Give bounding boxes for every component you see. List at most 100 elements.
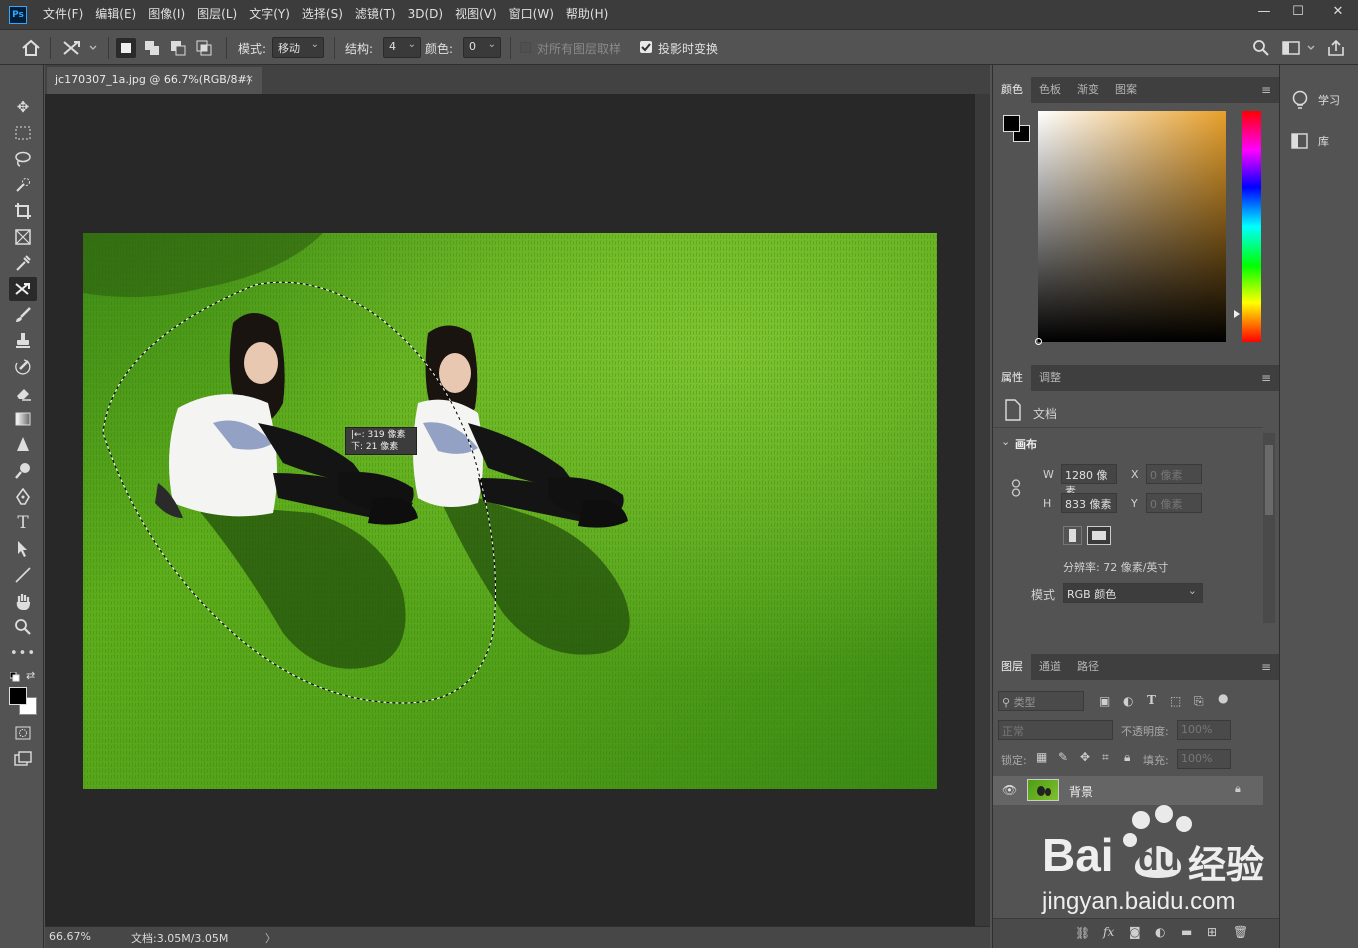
path-selection-tool-icon[interactable] <box>9 537 37 561</box>
transform-on-drop-checkbox[interactable] <box>640 41 652 53</box>
eyedropper-tool-icon[interactable] <box>9 251 37 275</box>
hand-tool-icon[interactable] <box>9 589 37 613</box>
menu-select[interactable]: 选择(S) <box>296 0 349 29</box>
document-image[interactable]: |←: 319 像素 下: 21 像素 <box>83 233 937 789</box>
tab-channels[interactable]: 通道 <box>1031 654 1069 680</box>
swap-colors-icon[interactable]: ⇄ <box>26 669 35 682</box>
menu-filter[interactable]: 滤镜(T) <box>349 0 402 29</box>
content-aware-move-icon[interactable] <box>62 38 100 58</box>
landscape-orientation-icon[interactable] <box>1087 526 1111 545</box>
document-tab[interactable]: jc170307_1a.jpg @ 66.7%(RGB/8#) × <box>47 67 262 94</box>
quick-mask-icon[interactable] <box>9 721 37 745</box>
tab-properties[interactable]: 属性 <box>993 365 1031 391</box>
x-field[interactable]: 0 像素 <box>1146 464 1202 484</box>
close-tab-icon[interactable]: × <box>245 72 254 85</box>
lock-position-icon[interactable]: ✥ <box>1080 750 1090 764</box>
layer-name[interactable]: 背景 <box>1069 783 1093 800</box>
menu-window[interactable]: 窗口(W) <box>503 0 560 29</box>
more-tools-icon[interactable]: ••• <box>9 641 37 665</box>
search-icon[interactable] <box>1252 39 1270 60</box>
type-tool-icon[interactable]: T <box>9 511 37 535</box>
tab-layers[interactable]: 图层 <box>993 654 1031 680</box>
tab-paths[interactable]: 路径 <box>1069 654 1107 680</box>
quick-selection-tool-icon[interactable] <box>9 173 37 197</box>
libraries-panel-button[interactable]: 库 <box>1290 131 1329 151</box>
menu-view[interactable]: 视图(V) <box>449 0 503 29</box>
share-icon[interactable] <box>1326 38 1346 61</box>
hue-slider-handle[interactable] <box>1234 310 1240 318</box>
menu-type[interactable]: 文字(Y) <box>243 0 296 29</box>
restore-button[interactable]: ☐ <box>1284 0 1312 22</box>
home-icon[interactable] <box>20 38 42 58</box>
brush-tool-icon[interactable] <box>9 303 37 327</box>
add-mask-icon[interactable]: ◙ <box>1129 925 1141 939</box>
vertical-scrollbar[interactable] <box>975 94 990 926</box>
minimize-button[interactable]: — <box>1250 0 1278 22</box>
line-tool-icon[interactable] <box>9 563 37 587</box>
panel-menu-icon[interactable]: ≡ <box>1261 371 1271 385</box>
y-field[interactable]: 0 像素 <box>1146 493 1202 513</box>
type-filter-icon[interactable]: T <box>1147 693 1156 707</box>
structure-select[interactable]: 4 ⌄ <box>383 37 421 58</box>
color-field[interactable] <box>1035 111 1226 345</box>
sample-all-layers-checkbox[interactable] <box>520 42 531 53</box>
crop-tool-icon[interactable] <box>9 199 37 223</box>
new-group-icon[interactable]: ▬ <box>1181 925 1192 939</box>
menu-image[interactable]: 图像(I) <box>142 0 191 29</box>
tab-adjustments[interactable]: 调整 <box>1031 365 1069 391</box>
lock-pixels-transparent-icon[interactable]: ▦ <box>1036 750 1047 764</box>
zoom-tool-icon[interactable] <box>9 615 37 639</box>
tab-color[interactable]: 颜色 <box>993 77 1031 103</box>
tab-gradients[interactable]: 渐变 <box>1069 77 1107 103</box>
dodge-tool-icon[interactable] <box>9 459 37 483</box>
link-dimensions-icon[interactable] <box>1011 479 1021 500</box>
lock-image-pixels-icon[interactable]: ✎ <box>1058 750 1068 764</box>
menu-layer[interactable]: 图层(L) <box>191 0 243 29</box>
color-mode-select[interactable]: RGB 颜色 ⌄ <box>1063 583 1203 603</box>
fx-icon[interactable]: fx <box>1103 925 1114 939</box>
frame-tool-icon[interactable] <box>9 225 37 249</box>
layer-filter-select[interactable]: ⚲ 类型 <box>998 691 1084 711</box>
mode-select[interactable]: 移动 ⌄ <box>272 37 324 58</box>
adjustment-filter-icon[interactable]: ◐ <box>1123 694 1133 708</box>
collapse-canvas-icon[interactable]: ⌄ <box>1001 435 1010 448</box>
fill-field[interactable]: 100% <box>1177 749 1231 769</box>
gradient-tool-icon[interactable] <box>9 407 37 431</box>
height-field[interactable]: 833 像素 <box>1061 493 1117 513</box>
opacity-field[interactable]: 100% <box>1177 720 1231 740</box>
filter-toggle-icon[interactable]: ● <box>1218 691 1228 705</box>
color-panel-foreground-swatch[interactable] <box>1003 115 1020 132</box>
eye-icon[interactable]: 👁︎ <box>1002 783 1017 797</box>
tab-swatches[interactable]: 色板 <box>1031 77 1069 103</box>
menu-file[interactable]: 文件(F) <box>37 0 89 29</box>
menu-help[interactable]: 帮助(H) <box>560 0 614 29</box>
subtract-selection-icon[interactable] <box>168 38 188 58</box>
default-colors-icon[interactable] <box>9 671 20 685</box>
clone-stamp-tool-icon[interactable] <box>9 329 37 353</box>
menu-3d[interactable]: 3D(D) <box>402 0 449 29</box>
intersect-selection-icon[interactable] <box>194 38 214 58</box>
panel-menu-icon[interactable]: ≡ <box>1261 660 1271 674</box>
workspace-icon[interactable] <box>1282 39 1318 60</box>
smart-object-filter-icon[interactable]: ⎘ <box>1194 694 1204 709</box>
width-field[interactable]: 1280 像素 <box>1061 464 1117 498</box>
image-filter-icon[interactable]: ▣ <box>1099 694 1110 708</box>
portrait-orientation-icon[interactable] <box>1063 526 1082 545</box>
close-button[interactable]: ✕ <box>1318 0 1358 22</box>
link-layers-icon[interactable]: ⛓︎ <box>1075 926 1090 940</box>
history-brush-tool-icon[interactable] <box>9 355 37 379</box>
add-selection-icon[interactable] <box>142 38 162 58</box>
foreground-color-swatch[interactable] <box>9 687 27 705</box>
new-selection-icon[interactable] <box>116 38 136 58</box>
new-adjustment-layer-icon[interactable]: ◐ <box>1155 925 1165 939</box>
new-layer-icon[interactable]: ⊞ <box>1207 925 1217 939</box>
shape-filter-icon[interactable]: ⬚ <box>1170 694 1181 708</box>
delete-layer-icon[interactable]: 🗑︎ <box>1233 925 1248 939</box>
pen-tool-icon[interactable] <box>9 485 37 509</box>
blur-tool-icon[interactable] <box>9 433 37 457</box>
hue-slider[interactable] <box>1242 111 1261 342</box>
status-menu-arrow-icon[interactable]: 〉 <box>265 930 276 946</box>
marquee-tool-icon[interactable] <box>9 121 37 145</box>
content-aware-move-tool-icon[interactable] <box>9 277 37 301</box>
photoshop-logo[interactable]: Ps <box>9 5 27 24</box>
